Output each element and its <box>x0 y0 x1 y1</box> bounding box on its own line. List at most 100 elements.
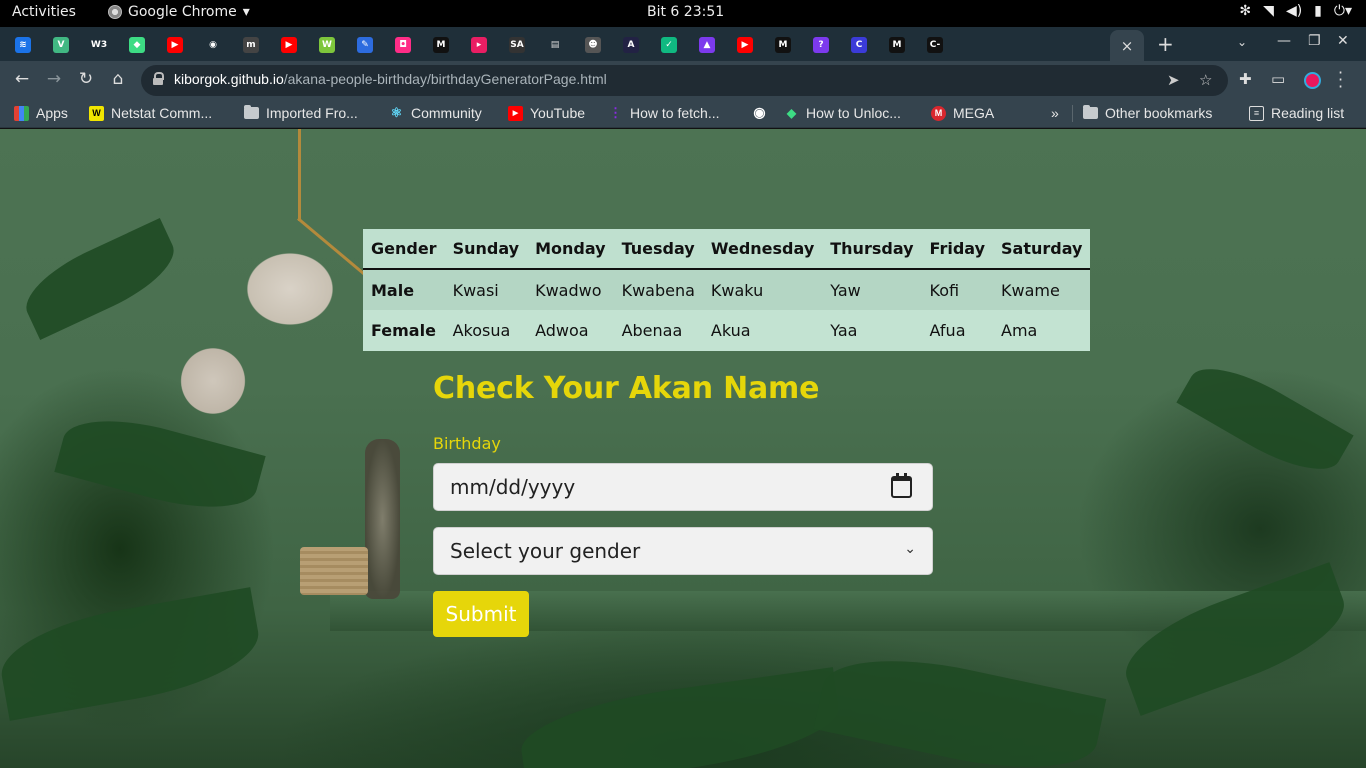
app-menu[interactable]: Google Chrome ▾ <box>108 4 250 20</box>
pinned-tab[interactable]: ▶ <box>162 33 188 57</box>
gender-select[interactable]: Select your gender ⌄ <box>433 527 933 575</box>
column-header: Saturday <box>993 229 1091 270</box>
pinned-tab[interactable]: C- <box>922 33 948 57</box>
bookmark-how-to-unlock[interactable]: ◆ How to Unloc... <box>784 105 901 121</box>
bookmark-star-icon[interactable]: ☆ <box>1199 71 1212 89</box>
reading-list-icon: ≡ <box>1249 105 1264 121</box>
pinned-tab[interactable]: ◆ <box>124 33 150 57</box>
back-arrow-icon[interactable]: ← <box>11 69 33 89</box>
pinned-tab[interactable]: W3 <box>86 33 112 57</box>
background-vase <box>365 439 400 599</box>
youtube-favicon-icon: ▶ <box>508 105 523 121</box>
pinned-tab[interactable]: M <box>428 33 454 57</box>
home-icon[interactable]: ⌂ <box>107 69 129 89</box>
forward-arrow-icon[interactable]: → <box>43 69 65 89</box>
background-lamp-rod <box>298 129 301 221</box>
chrome-menu-icon[interactable]: · · · <box>1338 65 1343 95</box>
bookmark-mega[interactable]: M MEGA <box>931 105 994 121</box>
tab-favicon-youtube-icon: ▶ <box>167 37 183 53</box>
tab-favicon-youtube-icon: ▶ <box>737 37 753 53</box>
power-menu-icon[interactable]: ⏻▾ <box>1334 3 1352 19</box>
bookmark-how-to-fetch[interactable]: ⋮ How to fetch... <box>608 105 719 121</box>
more-bookmarks-button[interactable]: » <box>1051 105 1059 121</box>
pinned-tab[interactable]: ▲ <box>694 33 720 57</box>
pinned-tab[interactable]: ▶ <box>732 33 758 57</box>
bookmark-apps[interactable]: Apps <box>14 105 68 121</box>
row-header: Female <box>363 310 445 351</box>
address-bar[interactable]: kiborgok.github.io/akana-people-birthday… <box>141 65 1228 96</box>
caret-down-icon: ▾ <box>242 4 250 20</box>
pinned-tab[interactable]: ◘ <box>390 33 416 57</box>
extensions-puzzle-icon[interactable]: ✚ <box>1239 70 1252 88</box>
pinned-tab[interactable]: W <box>314 33 340 57</box>
tab-favicon-youtube-icon: ▶ <box>281 37 297 53</box>
pinned-tab[interactable]: A <box>618 33 644 57</box>
pinned-tab[interactable]: M <box>770 33 796 57</box>
bookmark-youtube[interactable]: ▶ YouTube <box>508 105 585 121</box>
column-header: Tuesday <box>613 229 703 270</box>
bookmark-imported-folder[interactable]: Imported Fro... <box>244 105 358 121</box>
pinned-tab[interactable]: SA <box>504 33 530 57</box>
tab-favicon-android-icon: ◆ <box>129 37 145 53</box>
calendar-icon[interactable] <box>891 473 912 498</box>
pinned-tab[interactable]: ✎ <box>352 33 378 57</box>
pinned-tab[interactable]: ? <box>808 33 834 57</box>
tab-strip: ≋ V W3 ◆ ▶ ◉ m ▶ W ✎ ◘ M ▸ SA ▤ ☻ A ✓ ▲ ▶ M? C M C- × + ⌄ — ❐ ✕ <box>0 27 1366 61</box>
reload-icon[interactable]: ↻ <box>75 69 97 89</box>
pinned-tab[interactable]: ▸ <box>466 33 492 57</box>
tab-favicon-question-icon: ? <box>813 37 829 53</box>
pinned-tab[interactable]: C <box>846 33 872 57</box>
table-cell: Kwame <box>993 269 1091 310</box>
table-cell: Kwaku <box>702 269 823 310</box>
reading-list-button[interactable]: ≡ Reading list <box>1249 105 1344 121</box>
tab-search-chevron-icon[interactable]: ⌄ <box>1237 35 1247 49</box>
pinned-tab[interactable]: ▶ <box>276 33 302 57</box>
dots-favicon-icon: ⋮ <box>609 105 622 120</box>
background-leaf <box>0 587 266 721</box>
bookmark-netstat[interactable]: W Netstat Comm... <box>89 105 212 121</box>
close-window-icon[interactable]: ✕ <box>1337 33 1349 49</box>
new-tab-button[interactable]: + <box>1157 32 1174 56</box>
tab-favicon-vue-icon: V <box>53 37 69 53</box>
tab-favicon-w3-icon: W3 <box>90 40 108 50</box>
cast-icon[interactable]: ▭ <box>1271 70 1285 88</box>
tab-favicon-sa-icon: SA <box>509 37 525 53</box>
folder-icon <box>244 105 259 119</box>
pinned-tab[interactable]: M <box>884 33 910 57</box>
url-text[interactable]: kiborgok.github.io/akana-people-birthday… <box>174 71 607 87</box>
active-tab[interactable]: × <box>1110 30 1144 61</box>
table-cell: Kwabena <box>613 269 703 310</box>
activities-button[interactable]: Activities <box>12 4 76 20</box>
bookmarks-bar: Apps W Netstat Comm... Imported Fro... ⚛… <box>0 99 1366 128</box>
pinned-tab[interactable]: ✓ <box>656 33 682 57</box>
wifi-icon: ◥ <box>1263 3 1274 19</box>
lock-icon[interactable] <box>153 72 164 85</box>
bookmark-other-folder[interactable]: Other bookmarks <box>1083 105 1212 121</box>
birthday-date-input[interactable]: mm/dd/yyyy <box>433 463 933 511</box>
profile-avatar[interactable] <box>1304 72 1321 89</box>
system-tray[interactable]: ✻ ◥ ◀) ▮ ⏻▾ <box>1239 3 1352 19</box>
pinned-tab[interactable]: ▤ <box>542 33 568 57</box>
clock[interactable]: Bit 6 23:51 <box>647 4 724 20</box>
table-cell: Afua <box>921 310 994 351</box>
pinned-tab[interactable]: ◉ <box>200 33 226 57</box>
pinned-tab[interactable]: ≋ <box>10 33 36 57</box>
minimize-window-icon[interactable]: — <box>1277 33 1291 49</box>
send-icon[interactable]: ➤ <box>1167 71 1180 89</box>
tab-favicon-avatar-icon: ☻ <box>585 37 601 53</box>
tab-favicon-wave-icon: ≋ <box>15 37 31 53</box>
restore-window-icon[interactable]: ❐ <box>1308 33 1321 49</box>
submit-button[interactable]: Submit <box>433 591 529 637</box>
pinned-tab[interactable]: ☻ <box>580 33 606 57</box>
gender-selected-value: Select your gender <box>450 539 641 563</box>
tab-close-icon[interactable]: × <box>1121 37 1134 55</box>
bookmark-community[interactable]: ⚛ Community <box>389 105 482 121</box>
tab-favicon-react-icon: A <box>623 37 639 53</box>
table-cell: Ama <box>993 310 1091 351</box>
system-top-bar: Activities Google Chrome ▾ Bit 6 23:51 ✻… <box>0 0 1366 27</box>
bookmark-globe[interactable]: ◉ <box>752 104 767 120</box>
pinned-tab[interactable]: V <box>48 33 74 57</box>
slack-tray-icon[interactable]: ✻ <box>1239 3 1251 19</box>
akan-names-table: Gender Sunday Monday Tuesday Wednesday T… <box>363 229 1091 351</box>
pinned-tab[interactable]: m <box>238 33 264 57</box>
